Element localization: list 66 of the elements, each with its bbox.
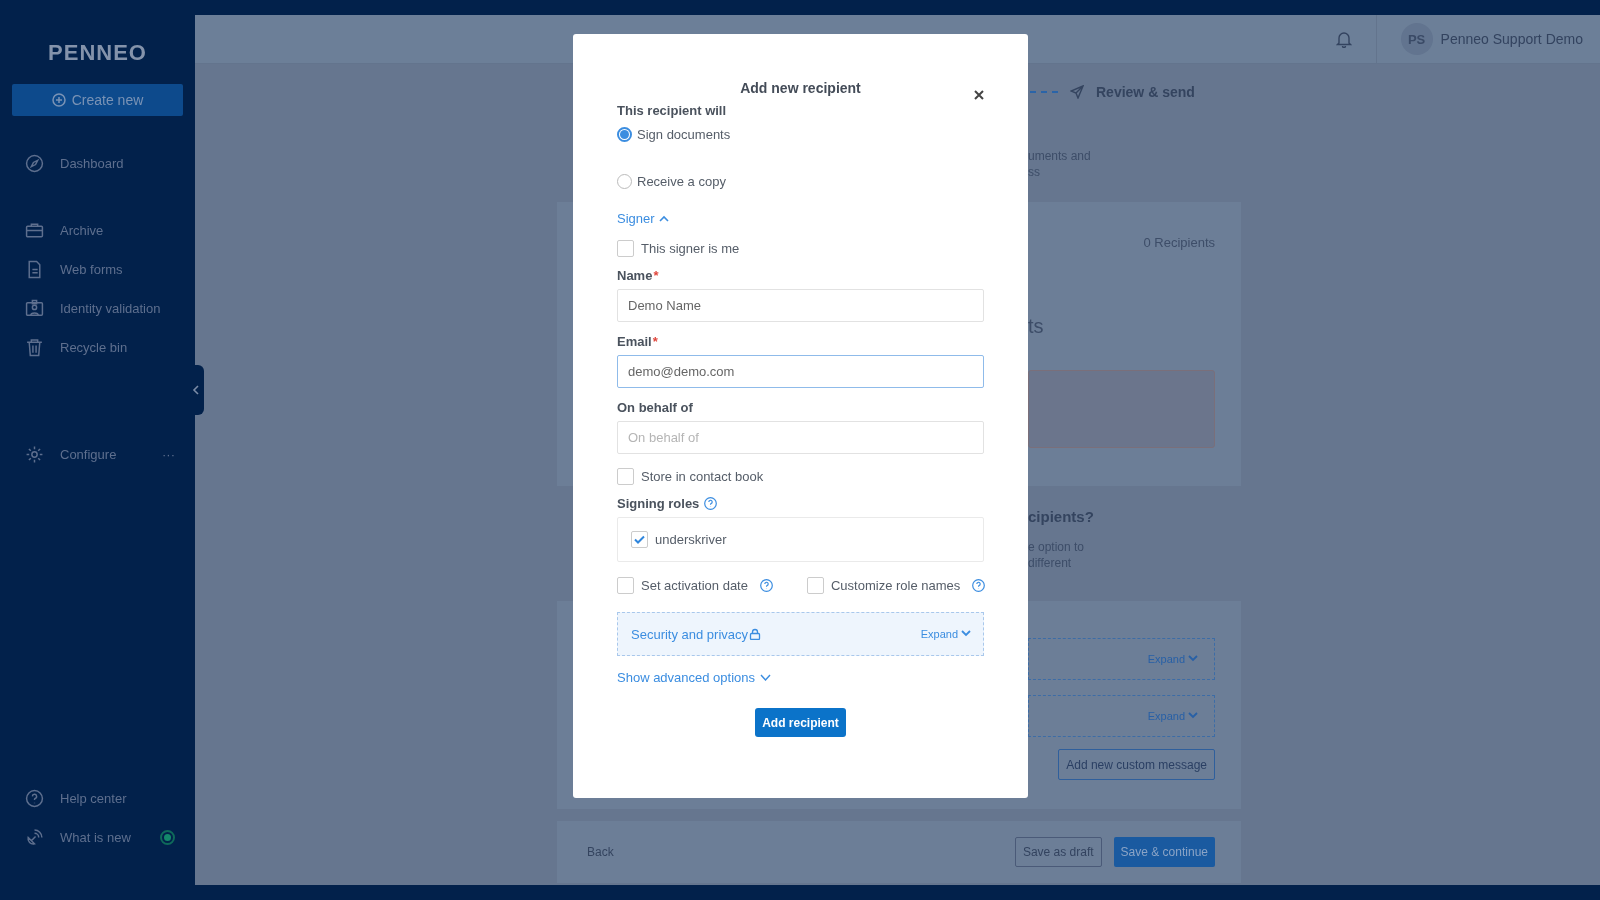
chevron-icon <box>1188 655 1198 663</box>
checkbox-label[interactable]: Set activation date <box>641 577 748 593</box>
checkbox-label[interactable]: Store in contact book <box>641 468 764 484</box>
radio-label[interactable]: Sign documents <box>637 126 731 142</box>
nav-icon[interactable] <box>25 828 44 847</box>
field-label: This recipient will <box>617 103 728 118</box>
nav-icon[interactable] <box>25 221 44 240</box>
checkbox[interactable] <box>617 467 634 485</box>
lock-icon <box>749 628 762 640</box>
chevron-icon <box>760 674 772 681</box>
user-name[interactable]: Penneo Support Demo <box>1440 31 1583 47</box>
back-button[interactable]: Back <box>587 845 1003 859</box>
nav-icon[interactable] <box>25 299 44 318</box>
text-field[interactable]: On behalf of <box>617 421 984 454</box>
plus-circle-icon <box>51 93 66 107</box>
dialog-title: Add new recipient <box>740 80 861 96</box>
help-icon[interactable] <box>704 497 718 510</box>
help-icon[interactable] <box>759 578 773 592</box>
text-field[interactable]: Demo Name <box>617 289 984 322</box>
close-icon[interactable] <box>974 90 984 100</box>
help-icon[interactable] <box>972 578 986 592</box>
save-draft-button[interactable]: Save as draft <box>1014 837 1102 867</box>
section-title[interactable]: Security and privacy <box>631 626 762 642</box>
chevron-icon <box>658 215 669 222</box>
add-recipient-button[interactable]: Add recipient <box>755 708 846 737</box>
checkbox-label[interactable]: This signer is me <box>641 240 740 256</box>
nav-item[interactable]: Help center <box>60 791 183 806</box>
create-new-button[interactable]: Create new <box>12 84 183 116</box>
logo: PENNEO <box>47 40 148 66</box>
nav-icon[interactable] <box>25 154 44 173</box>
nav-item[interactable]: Identity validation <box>60 301 183 316</box>
nav-icon[interactable] <box>25 260 44 279</box>
advanced-options-link[interactable]: Show advanced options <box>617 670 772 685</box>
nav-item[interactable]: Archive <box>60 223 183 238</box>
checkmark-icon <box>634 535 645 544</box>
nav-item[interactable]: Web forms <box>60 262 183 277</box>
nav-item[interactable]: Dashboard <box>60 156 183 171</box>
chevron-icon <box>1188 712 1198 720</box>
nav-icon[interactable] <box>25 445 44 464</box>
nav-item[interactable]: Recycle bin <box>60 340 183 355</box>
more-menu[interactable]: ··· <box>162 447 175 462</box>
expand-link[interactable]: Expand <box>920 628 971 640</box>
save-continue-button[interactable]: Save & continue <box>1113 837 1215 867</box>
field-label: Signing roles <box>617 496 700 511</box>
nav-icon[interactable] <box>25 338 44 357</box>
status-dot <box>160 830 175 845</box>
checkbox[interactable] <box>617 239 634 257</box>
signer-toggle[interactable]: Signer <box>617 211 669 226</box>
field-label: On behalf of <box>617 400 694 415</box>
text-field[interactable]: demo@demo.com <box>617 355 984 388</box>
nav-item[interactable]: What is new <box>60 830 144 845</box>
paper-plane-icon <box>1070 85 1084 99</box>
field-label: Email* <box>617 334 659 349</box>
checkbox[interactable] <box>806 576 824 594</box>
radio-button[interactable] <box>617 126 632 142</box>
checkbox-label[interactable]: Customize role names <box>830 577 961 593</box>
checkbox[interactable] <box>631 531 648 548</box>
checkbox[interactable] <box>617 576 634 594</box>
field-label: Name* <box>617 268 660 283</box>
checkbox-label[interactable]: underskriver <box>655 532 727 547</box>
nav-item[interactable]: Configure <box>60 447 146 462</box>
nav-icon[interactable] <box>25 789 44 808</box>
chevron-icon <box>961 630 971 638</box>
add-custom-message-button[interactable]: Add new custom message <box>1058 749 1215 780</box>
bell-icon[interactable] <box>1335 30 1352 48</box>
radio-label[interactable]: Receive a copy <box>637 173 726 189</box>
